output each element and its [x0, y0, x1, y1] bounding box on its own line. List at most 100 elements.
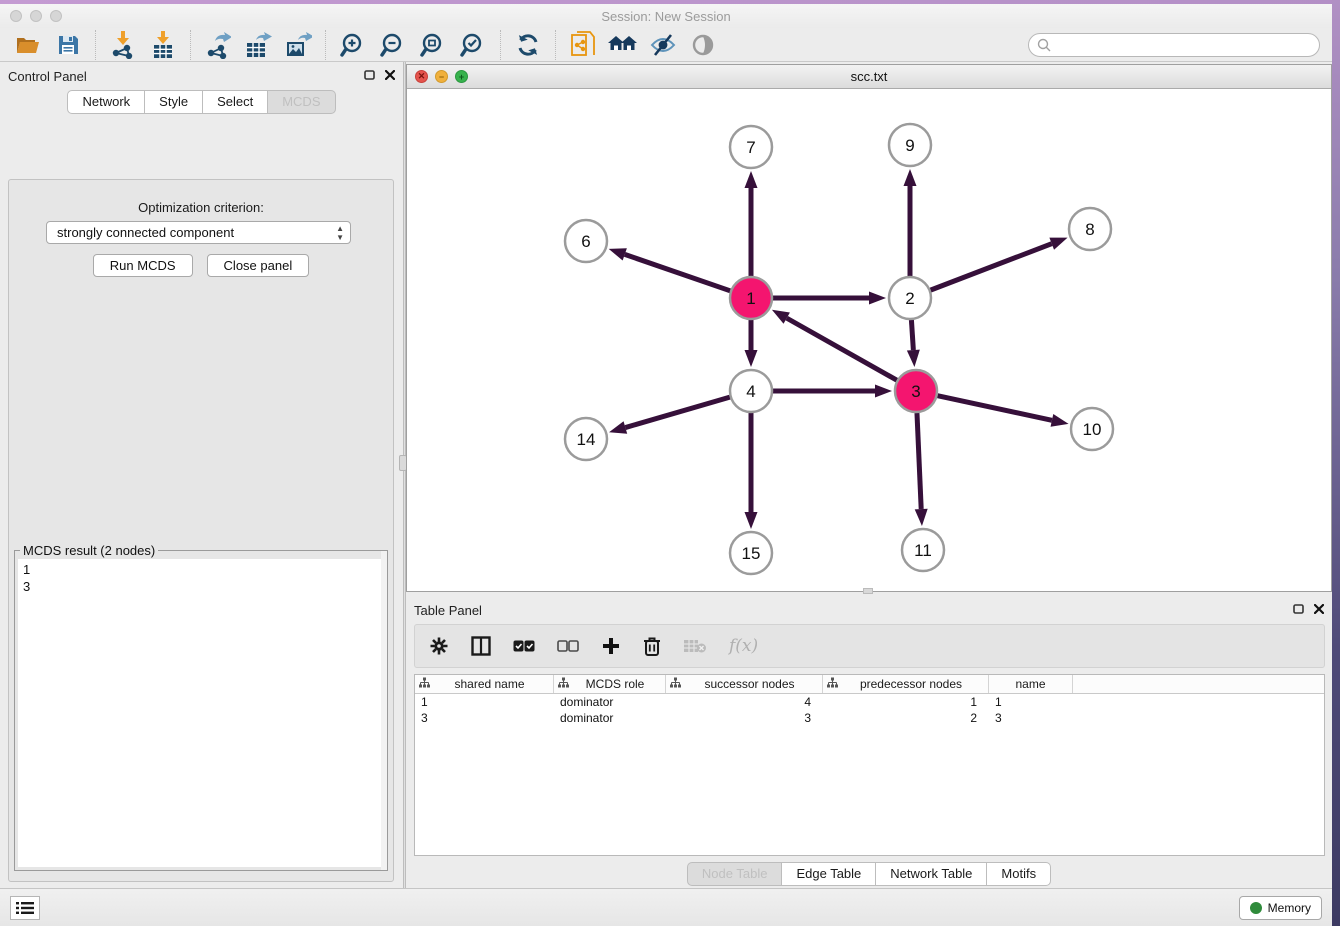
run-mcds-button[interactable]: Run MCDS [93, 254, 193, 277]
column-type-icon [558, 677, 569, 691]
table-cell[interactable]: dominator [554, 710, 666, 726]
graph-edge-3-10[interactable] [938, 396, 1052, 421]
split-panel-icon[interactable] [471, 636, 491, 656]
close-table-panel-icon[interactable] [1314, 601, 1324, 619]
column-header-shared-name[interactable]: shared name [415, 675, 554, 693]
graph-node-label: 4 [746, 382, 755, 401]
import-table-icon[interactable] [148, 30, 178, 60]
add-column-icon[interactable] [601, 636, 621, 656]
select-all-columns-icon[interactable] [513, 640, 535, 652]
mcds-result-textarea[interactable]: 13 [18, 559, 384, 867]
home-view-icon[interactable] [608, 30, 638, 60]
table-cell[interactable]: dominator [554, 694, 666, 710]
edge-arrowhead [1049, 238, 1067, 250]
graph-node-label: 1 [746, 289, 755, 308]
network-close-icon[interactable]: ✕ [415, 70, 428, 83]
edge-arrowhead [609, 248, 627, 260]
graph-edge-4-14[interactable] [625, 397, 730, 427]
deselect-all-columns-icon[interactable] [557, 640, 579, 652]
column-type-icon [419, 677, 430, 691]
table-options-gear-icon[interactable] [429, 636, 449, 656]
search-input-field[interactable] [1052, 38, 1319, 52]
graph-edge-3-1[interactable] [787, 318, 897, 380]
delete-table-icon [683, 638, 707, 654]
export-network-icon[interactable] [203, 30, 233, 60]
table-cell[interactable]: 1 [823, 694, 989, 710]
float-panel-icon[interactable] [364, 67, 375, 85]
network-from-selection-icon[interactable] [568, 30, 598, 60]
table-cell[interactable]: 3 [415, 710, 554, 726]
network-view-window: ✕ − + scc.txt 7968124314101511 [406, 64, 1332, 592]
table-cell[interactable]: 3 [666, 710, 823, 726]
mcds-result-title: MCDS result (2 nodes) [20, 543, 158, 558]
hide-selected-eye-icon[interactable] [648, 30, 678, 60]
close-panel-button[interactable]: Close panel [207, 254, 310, 277]
network-search-input[interactable] [1028, 33, 1320, 57]
table-cell[interactable]: 2 [823, 710, 989, 726]
tab-style[interactable]: Style [145, 90, 203, 114]
edge-arrowhead [907, 350, 920, 367]
export-table-icon[interactable] [243, 30, 273, 60]
edge-arrowhead [875, 385, 892, 398]
column-header-label: successor nodes [681, 677, 818, 691]
network-minimize-icon[interactable]: − [435, 70, 448, 83]
network-maximize-icon[interactable]: + [455, 70, 468, 83]
task-history-button[interactable] [10, 896, 40, 920]
network-canvas[interactable]: 7968124314101511 [407, 89, 1331, 591]
column-header-label: name [993, 677, 1068, 691]
tab-mcds[interactable]: MCDS [268, 90, 335, 114]
tab-network[interactable]: Network [67, 90, 145, 114]
graph-node-label: 14 [577, 430, 596, 449]
tab-select[interactable]: Select [203, 90, 268, 114]
graph-edge-1-6[interactable] [625, 254, 730, 290]
column-header-label: predecessor nodes [838, 677, 984, 691]
export-image-icon[interactable] [283, 30, 313, 60]
column-header-label: MCDS role [569, 677, 661, 691]
table-panel: Table Panel f(x) shared nameMCDS role [406, 596, 1332, 888]
close-panel-icon[interactable] [385, 67, 395, 85]
column-header-successor-nodes[interactable]: successor nodes [666, 675, 823, 693]
graph-edge-3-11[interactable] [917, 413, 921, 509]
table-toolbar: f(x) [414, 624, 1325, 668]
tab-edge-table[interactable]: Edge Table [782, 862, 876, 886]
graph-node-label: 11 [914, 541, 932, 560]
edge-arrowhead [1051, 414, 1069, 427]
graph-edge-2-8[interactable] [931, 244, 1052, 290]
memory-button[interactable]: Memory [1239, 896, 1322, 920]
table-cell[interactable]: 3 [989, 710, 1073, 726]
criterion-selected-value: strongly connected component [57, 225, 234, 240]
session-title: Session: New Session [0, 9, 1332, 24]
criterion-select[interactable]: strongly connected component ▲▼ [46, 221, 351, 244]
column-header-predecessor-nodes[interactable]: predecessor nodes [823, 675, 989, 693]
column-header-name[interactable]: name [989, 675, 1073, 693]
table-row[interactable]: 3dominator323 [415, 710, 1324, 726]
open-session-icon[interactable] [13, 30, 43, 60]
table-row[interactable]: 1dominator411 [415, 694, 1324, 710]
save-session-icon[interactable] [53, 30, 83, 60]
zoom-out-icon[interactable] [378, 30, 408, 60]
delete-column-icon[interactable] [643, 636, 661, 656]
import-network-icon[interactable] [108, 30, 138, 60]
table-panel-tabs: Node TableEdge TableNetwork TableMotifs [687, 862, 1051, 886]
edge-arrowhead [904, 169, 917, 186]
optimization-criterion-label: Optimization criterion: [9, 200, 393, 215]
table-cell[interactable]: 4 [666, 694, 823, 710]
graph-edge-2-3[interactable] [911, 320, 913, 350]
zoom-fit-icon[interactable] [418, 30, 448, 60]
apply-layout-icon[interactable] [513, 30, 543, 60]
table-cell[interactable]: 1 [989, 694, 1073, 710]
result-scrollbar[interactable] [381, 551, 387, 870]
tab-motifs[interactable]: Motifs [987, 862, 1051, 886]
zoom-selected-icon[interactable] [458, 30, 488, 60]
network-resize-handle[interactable] [863, 588, 873, 594]
edge-arrowhead [869, 292, 886, 305]
float-table-panel-icon[interactable] [1293, 601, 1304, 619]
zoom-in-icon[interactable] [338, 30, 368, 60]
tab-node-table[interactable]: Node Table [687, 862, 783, 886]
edge-arrowhead [609, 421, 627, 433]
column-header-MCDS-role[interactable]: MCDS role [554, 675, 666, 693]
table-cell[interactable]: 1 [415, 694, 554, 710]
tab-network-table[interactable]: Network Table [876, 862, 987, 886]
status-bar: Memory [0, 888, 1332, 926]
network-window-titlebar[interactable]: ✕ − + scc.txt [407, 65, 1331, 89]
